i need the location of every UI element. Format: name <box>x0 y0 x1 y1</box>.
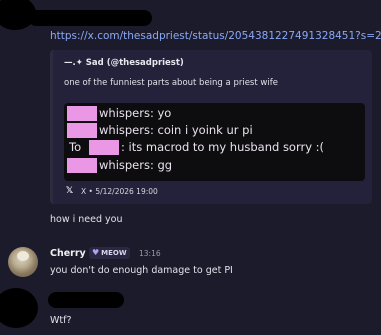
to-label: To <box>69 140 82 154</box>
timestamp[interactable]: 13:16 <box>139 249 161 258</box>
tweet-link[interactable]: https://x.com/thesadpriest/status/205438… <box>50 30 381 42</box>
redacted-name-highlight <box>67 123 97 138</box>
embed-footer: 𝕏 X • 5/12/2026 19:00 <box>64 184 158 198</box>
redacted-username <box>48 292 124 308</box>
guild-tag[interactable]: ♥ MEOW <box>89 247 130 259</box>
link-embed: —.✦ Sad (@thesadpriest) one of the funni… <box>50 50 372 204</box>
embed-footer-text: X • 5/12/2026 19:00 <box>81 186 158 196</box>
heart-icon: ♥ <box>92 248 100 257</box>
guild-tag-label: MEOW <box>101 249 127 257</box>
x-logo-icon: 𝕏 <box>65 186 74 196</box>
username[interactable]: Cherry <box>50 248 86 259</box>
embed-image[interactable]: whispers: yo whispers: coin i yoink ur p… <box>64 103 365 181</box>
message-text: you don't do enough damage to get PI <box>50 265 233 276</box>
redacted-name-highlight <box>67 106 97 121</box>
redacted-username <box>28 10 152 26</box>
embed-description: one of the funniest parts about being a … <box>64 78 278 88</box>
redacted-avatar <box>0 288 38 328</box>
avatar[interactable] <box>8 247 38 277</box>
message-text: how i need you <box>50 214 123 225</box>
redacted-name-highlight <box>67 158 97 173</box>
embed-author[interactable]: —.✦ Sad (@thesadpriest) <box>64 58 184 68</box>
redacted-name-highlight <box>89 140 119 155</box>
message-text: Wtf? <box>50 315 72 326</box>
